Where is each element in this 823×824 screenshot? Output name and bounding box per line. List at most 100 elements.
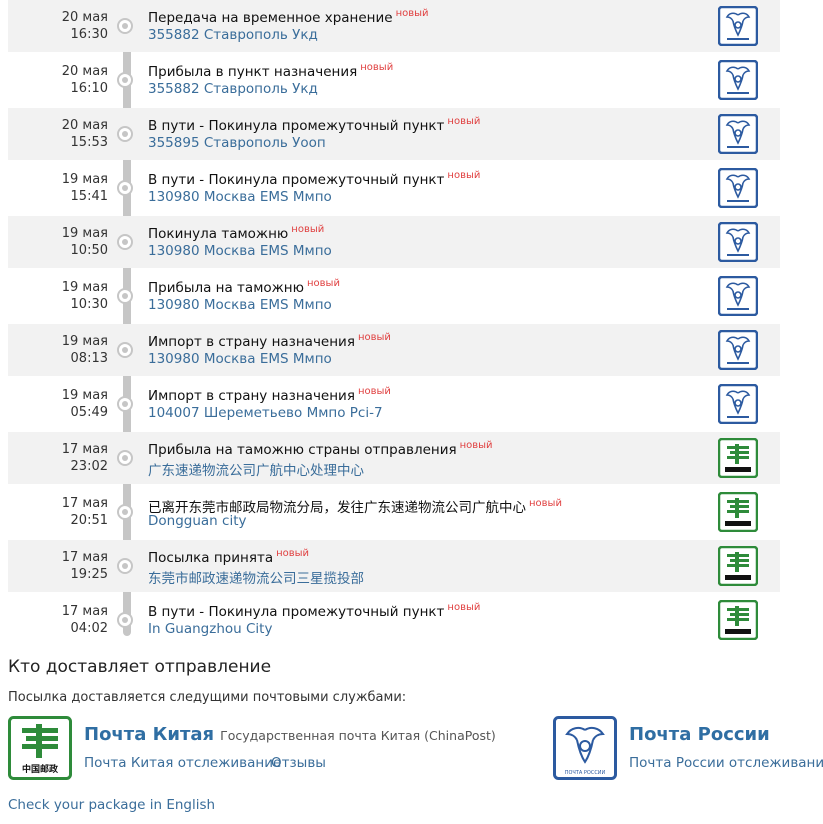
english-version-link[interactable]: Check your package in English [8,797,215,813]
event-status-line: Передача на временное хранение новый [148,8,429,26]
event-status: Прибыла в пункт назначения [148,64,358,80]
russian-post-name[interactable]: Почта России [629,724,770,745]
event-status: Импорт в страну назначения [148,388,355,404]
timeline-node [117,450,133,466]
new-badge: новый [276,548,310,559]
new-badge: новый [447,170,481,181]
new-badge: новый [307,278,340,289]
event-location: 355882 Ставрополь Укд [148,27,318,43]
event-time: 23:02 [70,459,108,474]
russian-post-icon [717,275,759,317]
event-status: Импорт в страну назначения [148,334,355,350]
event-time: 08:13 [70,351,108,366]
event-location: 355882 Ставрополь Укд [148,81,318,97]
new-badge: новый [360,62,394,73]
event-status-line: Прибыла на таможню новый [148,278,340,296]
new-badge: новый [357,332,391,343]
event-time: 04:02 [70,621,108,636]
event-status: В пути - Покинула промежуточный пункт [148,172,445,188]
russian-post-icon [717,383,759,425]
event-status: Прибыла на таможню [148,280,304,296]
event-time: 10:50 [70,243,108,258]
china-post-subtitle: Государственная почта Китая (ChinaPost) [220,728,496,743]
event-date: 20 мая [61,118,108,133]
event-date: 19 мая [61,280,108,295]
russian-post-tracking-link[interactable]: Почта России отслеживание [629,755,823,771]
timeline-node [117,288,133,304]
timeline-node [117,342,133,358]
china-post-name[interactable]: Почта Китая [84,724,214,745]
new-badge: новый [357,386,391,397]
event-status-line: В пути - Покинула промежуточный пункт нов… [148,116,481,134]
event-location: 355895 Ставрополь Уооп [148,135,326,151]
new-badge: новый [291,224,325,235]
event-status-line: Покинула таможню новый [148,224,325,242]
timeline-node [117,72,133,88]
event-location: 东莞市邮政速递物流公司三星揽投部 [148,571,364,587]
event-date: 20 мая [61,10,108,25]
event-location: 130980 Москва EMS Ммпо [148,351,332,367]
timeline-node [117,558,133,574]
event-status: Покинула таможню [148,226,289,242]
event-date: 19 мая [61,334,108,349]
event-location: In Guangzhou City [148,621,273,637]
event-status-line: Импорт в страну назначения новый [148,332,391,350]
delivery-section-title: Кто доставляет отправление [8,657,272,677]
russian-post-icon [717,59,759,101]
event-location: 广东速递物流公司广航中心处理中心 [148,463,364,479]
china-post-icon [717,491,759,533]
timeline-node [117,396,133,412]
event-status-line: В пути - Покинула промежуточный пункт нов… [148,170,481,188]
china-post-tracking-link[interactable]: Почта Китая отслеживание [84,755,281,771]
event-status: В пути - Покинула промежуточный пункт [148,604,445,620]
event-date: 19 мая [61,172,108,187]
event-status: Посылка принята [148,550,274,566]
event-date: 17 мая [61,442,108,457]
china-post-icon [717,599,759,641]
russian-post-icon [717,329,759,371]
china-post-icon [717,437,759,479]
china-post-name-block: Почта Китая Государственная почта Китая (… [84,724,496,745]
event-status: Передача на временное хранение [148,10,393,26]
event-status-line: Импорт в страну назначения новый [148,386,391,404]
delivery-section-description: Посылка доставляется следущими почтовыми… [8,690,407,705]
new-badge: новый [447,602,481,613]
event-date: 17 мая [61,550,108,565]
timeline-node [117,234,133,250]
event-status-line: Прибыла в пункт назначения новый [148,62,394,80]
event-time: 16:30 [70,27,108,42]
event-status: Прибыла на таможню страны отправления [148,442,457,458]
timeline-node [117,612,133,628]
event-status: В пути - Покинула промежуточный пункт [148,118,445,134]
russian-post-name-block: Почта России [629,724,770,745]
event-location: 130980 Москва EMS Ммпо [148,189,332,205]
timeline-node [117,126,133,142]
event-date: 17 мая [61,496,108,511]
russian-post-logo[interactable]: ПОЧТА РОССИИ [553,716,617,780]
event-time: 10:30 [70,297,108,312]
event-time: 05:49 [70,405,108,420]
china-post-logo-text: 中国邮政 [22,763,59,775]
russian-post-icon [717,5,759,47]
event-time: 15:41 [70,189,108,204]
event-date: 17 мая [61,604,108,619]
china-post-icon [717,545,759,587]
event-location: 104007 Шереметьево Ммпо Pci-7 [148,405,383,421]
china-post-logo[interactable]: 中国邮政 [8,716,72,780]
timeline-node [117,18,133,34]
russian-post-icon [717,167,759,209]
event-status-line: Прибыла на таможню страны отправления нов… [148,440,493,458]
event-time: 16:10 [70,81,108,96]
new-badge: новый [447,116,481,127]
russian-post-icon [717,113,759,155]
event-location: 130980 Москва EMS Ммпо [148,297,332,313]
russian-post-logo-text: ПОЧТА РОССИИ [565,770,606,776]
event-date: 19 мая [61,388,108,403]
timeline-node [117,504,133,520]
new-badge: новый [395,8,429,19]
china-post-reviews-link[interactable]: Отзывы [271,755,326,771]
event-time: 20:51 [70,513,108,528]
event-time: 19:25 [70,567,108,582]
event-location: Dongguan city [148,513,247,529]
new-badge: новый [529,498,562,509]
